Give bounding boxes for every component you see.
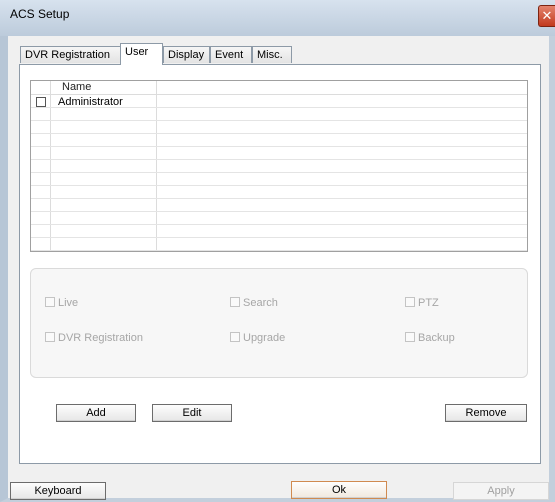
tab-label: Misc. xyxy=(257,49,283,61)
tab-misc[interactable]: Misc. xyxy=(252,46,292,63)
tab-user[interactable]: User xyxy=(120,43,163,65)
permission-label: DVR Registration xyxy=(58,332,143,344)
tab-dvr-registration[interactable]: DVR Registration xyxy=(20,46,121,63)
permission-dvr-registration[interactable]: DVR Registration xyxy=(45,332,143,345)
permission-label: PTZ xyxy=(418,297,439,309)
tab-event[interactable]: Event xyxy=(210,46,252,63)
tab-label: User xyxy=(125,46,149,58)
table-row-empty xyxy=(31,212,527,225)
user-name-cell: Administrator xyxy=(58,96,123,108)
permission-label: Live xyxy=(58,297,79,309)
table-row[interactable]: Administrator xyxy=(31,95,527,108)
tab-display[interactable]: Display xyxy=(163,46,210,63)
user-list-table[interactable]: Name Administrator xyxy=(30,80,528,252)
permission-ptz[interactable]: PTZ xyxy=(405,297,439,310)
permission-label: Backup xyxy=(418,332,455,344)
table-row-empty xyxy=(31,238,527,251)
checkbox-icon xyxy=(45,332,55,342)
apply-button[interactable]: Apply xyxy=(453,482,549,500)
permission-search[interactable]: Search xyxy=(230,297,278,310)
close-icon: ✕ xyxy=(541,8,553,23)
column-header-name[interactable]: Name xyxy=(62,81,91,94)
tab-label: Event xyxy=(215,49,244,61)
table-row-empty xyxy=(31,160,527,173)
checkbox-icon xyxy=(230,297,240,307)
acs-setup-window: ACS Setup ✕ DVR Registration User Displa… xyxy=(0,0,555,502)
table-row-empty xyxy=(31,173,527,186)
table-header: Name xyxy=(31,81,527,95)
remove-button[interactable]: Remove xyxy=(445,404,527,422)
add-button[interactable]: Add xyxy=(56,404,136,422)
window-title: ACS Setup xyxy=(10,7,70,21)
table-row-empty xyxy=(31,108,527,121)
permission-backup[interactable]: Backup xyxy=(405,332,455,345)
table-row-empty xyxy=(31,147,527,160)
checkbox-icon xyxy=(405,297,415,307)
permissions-group: Live Search PTZ DVR Registration Upgrade… xyxy=(30,268,528,378)
row-checkbox[interactable] xyxy=(36,97,46,107)
title-bar: ACS Setup ✕ xyxy=(0,0,555,36)
edit-button[interactable]: Edit xyxy=(152,404,232,422)
table-row-empty xyxy=(31,225,527,238)
table-row-empty xyxy=(31,186,527,199)
permission-upgrade[interactable]: Upgrade xyxy=(230,332,285,345)
tab-label: DVR Registration xyxy=(25,49,110,61)
table-row-empty xyxy=(31,199,527,212)
ok-button[interactable]: Ok xyxy=(291,481,387,499)
close-button[interactable]: ✕ xyxy=(538,5,555,27)
table-row-empty xyxy=(31,134,527,147)
permission-label: Search xyxy=(243,297,278,309)
checkbox-icon xyxy=(230,332,240,342)
permission-label: Upgrade xyxy=(243,332,286,344)
permission-live[interactable]: Live xyxy=(45,297,78,310)
table-row-empty xyxy=(31,121,527,134)
keyboard-button[interactable]: Keyboard xyxy=(10,482,106,500)
checkbox-icon xyxy=(405,332,415,342)
tab-label: Display xyxy=(168,49,205,61)
checkbox-icon xyxy=(45,297,55,307)
